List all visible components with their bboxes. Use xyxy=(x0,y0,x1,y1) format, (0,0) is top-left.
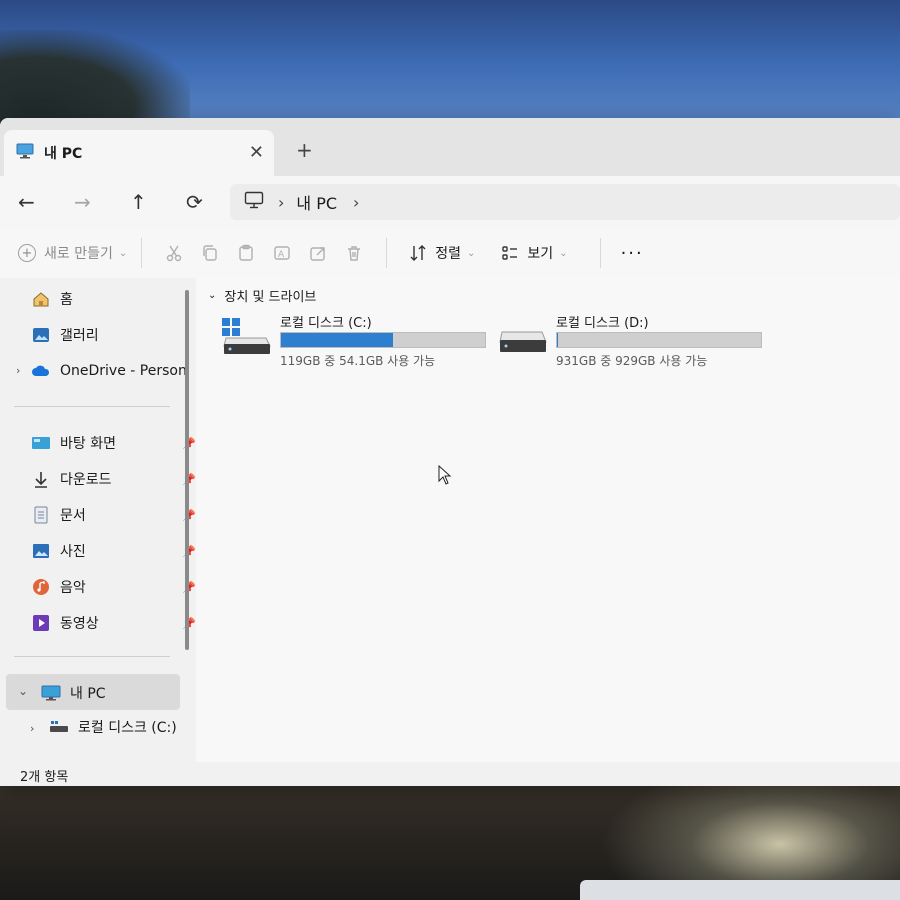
collapse-chevron-icon[interactable]: ⌄ xyxy=(18,684,28,698)
refresh-icon[interactable]: ⟳ xyxy=(186,190,203,214)
svg-text:A: A xyxy=(278,250,285,260)
sidebar-item-label: 다운로드 xyxy=(60,472,112,488)
sidebar-item-videos[interactable]: 동영상 📌 xyxy=(30,608,200,638)
more-options-button[interactable]: ··· xyxy=(621,243,644,264)
toolbar-divider xyxy=(386,238,388,268)
sidebar-item-label: 로컬 디스크 (C:) xyxy=(78,720,177,736)
desktop-icon xyxy=(30,435,52,451)
rename-icon[interactable]: A xyxy=(264,244,300,262)
status-bar: 2개 항목 xyxy=(0,762,900,786)
delete-icon[interactable] xyxy=(336,244,372,262)
taskbar xyxy=(580,880,900,900)
breadcrumb-separator[interactable]: › xyxy=(278,193,284,212)
share-icon[interactable] xyxy=(300,244,336,262)
home-icon xyxy=(30,291,52,307)
sidebar-divider xyxy=(14,406,170,407)
sort-button[interactable]: 정렬 ⌄ xyxy=(409,243,475,263)
sidebar-divider xyxy=(14,656,170,657)
toolbar-divider xyxy=(141,238,143,268)
sort-button-label: 정렬 xyxy=(435,246,462,262)
view-button[interactable]: 보기 ⌄ xyxy=(501,243,568,263)
command-toolbar: + 새로 만들기 ⌄ A 정렬 ⌄ 보기 ⌄ ··· xyxy=(0,228,900,279)
sidebar-item-label: 동영상 xyxy=(60,616,99,632)
forward-arrow-icon[interactable]: → xyxy=(74,190,91,214)
breadcrumb-chevron[interactable]: › xyxy=(353,193,359,212)
expand-chevron-icon[interactable]: › xyxy=(30,722,34,735)
chevron-down-icon: ⌄ xyxy=(467,247,476,259)
drive-tile-c[interactable]: 로컬 디스크 (C:) 119GB 중 54.1GB 사용 가능 xyxy=(222,312,486,368)
sidebar-item-label: 사진 xyxy=(60,544,86,560)
chevron-down-icon: ⌄ xyxy=(118,247,128,259)
hard-drive-icon xyxy=(498,316,548,360)
new-tab-button[interactable]: + xyxy=(296,138,313,162)
sidebar-item-label: OneDrive - Person xyxy=(60,363,187,379)
sidebar-item-label: 갤러리 xyxy=(60,328,99,344)
sidebar-item-desktop[interactable]: 바탕 화면 📌 xyxy=(30,428,200,458)
drive-name: 로컬 디스크 (C:) xyxy=(280,316,372,331)
sidebar-item-home[interactable]: 홈 xyxy=(30,284,200,314)
back-arrow-icon[interactable]: ← xyxy=(18,190,35,214)
section-title: 장치 및 드라이브 xyxy=(224,290,317,305)
devices-and-drives-header[interactable]: ⌄ 장치 및 드라이브 xyxy=(208,286,316,305)
sidebar-item-label: 내 PC xyxy=(70,686,106,702)
sidebar-item-label: 홈 xyxy=(60,292,73,308)
chevron-down-icon: ⌄ xyxy=(559,247,568,259)
cut-icon[interactable] xyxy=(156,244,192,262)
drive-usage-fill xyxy=(281,333,394,347)
tab-my-pc[interactable]: 내 PC ✕ xyxy=(4,130,274,176)
mouse-cursor-icon xyxy=(438,464,452,489)
new-button[interactable]: + 새로 만들기 ⌄ xyxy=(18,243,127,263)
sidebar-item-local-disk-c[interactable]: 로컬 디스크 (C:) xyxy=(48,712,188,742)
gallery-icon xyxy=(30,327,52,343)
windows-drive-icon xyxy=(222,316,272,360)
sidebar-item-pictures[interactable]: 사진 📌 xyxy=(30,536,200,566)
toolbar-divider xyxy=(599,238,601,268)
view-list-icon xyxy=(502,246,518,260)
drive-name: 로컬 디스크 (D:) xyxy=(556,316,649,331)
sidebar-item-label: 바탕 화면 xyxy=(60,436,116,452)
close-tab-icon[interactable]: ✕ xyxy=(249,142,264,163)
sidebar-item-label: 음악 xyxy=(60,580,86,596)
monitor-outline-icon xyxy=(244,191,264,213)
tab-title: 내 PC xyxy=(44,146,83,162)
navigation-bar: ← → ↑ ⟳ › 내 PC › xyxy=(0,176,900,228)
chevron-down-icon: ⌄ xyxy=(208,290,217,301)
item-count: 2개 항목 xyxy=(20,770,69,785)
content-pane: ⌄ 장치 및 드라이브 로컬 디스크 (C:) 119GB 중 54.1GB 사… xyxy=(196,278,900,762)
videos-icon xyxy=(30,614,52,632)
copy-icon[interactable] xyxy=(192,244,228,262)
pictures-icon xyxy=(30,543,52,559)
sort-icon xyxy=(410,245,426,261)
music-icon xyxy=(30,578,52,596)
download-icon xyxy=(30,470,52,488)
paste-icon[interactable] xyxy=(228,244,264,262)
monitor-icon xyxy=(16,143,34,163)
plus-circle-icon: + xyxy=(18,244,36,262)
sidebar-item-my-pc[interactable]: 내 PC xyxy=(40,678,210,708)
drive-usage-bar xyxy=(556,332,762,348)
sidebar-scrollbar[interactable] xyxy=(185,290,189,650)
file-explorer-window: 내 PC ✕ + ← → ↑ ⟳ › 내 PC › + 새로 만들기 ⌄ A 정… xyxy=(0,118,900,786)
up-arrow-icon[interactable]: ↑ xyxy=(130,190,147,214)
drive-space-info: 931GB 중 929GB 사용 가능 xyxy=(556,354,708,368)
expand-chevron-icon[interactable]: › xyxy=(16,364,20,377)
breadcrumb-my-pc[interactable]: 내 PC xyxy=(296,190,337,214)
new-button-label: 새로 만들기 xyxy=(44,246,113,262)
sidebar-item-documents[interactable]: 문서 📌 xyxy=(30,500,200,530)
drive-space-info: 119GB 중 54.1GB 사용 가능 xyxy=(280,354,436,368)
drive-usage-bar xyxy=(280,332,486,348)
sidebar-item-gallery[interactable]: 갤러리 xyxy=(30,320,200,350)
view-button-label: 보기 xyxy=(527,246,554,262)
sidebar-item-label: 문서 xyxy=(60,508,86,524)
tab-bar: 내 PC ✕ + xyxy=(0,118,900,176)
address-bar[interactable]: › 내 PC › xyxy=(230,184,900,220)
onedrive-icon xyxy=(30,364,52,378)
sidebar-item-downloads[interactable]: 다운로드 📌 xyxy=(30,464,200,494)
drive-icon xyxy=(48,720,70,734)
sidebar-item-onedrive[interactable]: OneDrive - Person xyxy=(30,356,200,386)
drive-tile-d[interactable]: 로컬 디스크 (D:) 931GB 중 929GB 사용 가능 xyxy=(498,312,762,368)
sidebar-item-music[interactable]: 음악 📌 xyxy=(30,572,200,602)
pc-icon xyxy=(40,685,62,701)
documents-icon xyxy=(30,506,52,524)
